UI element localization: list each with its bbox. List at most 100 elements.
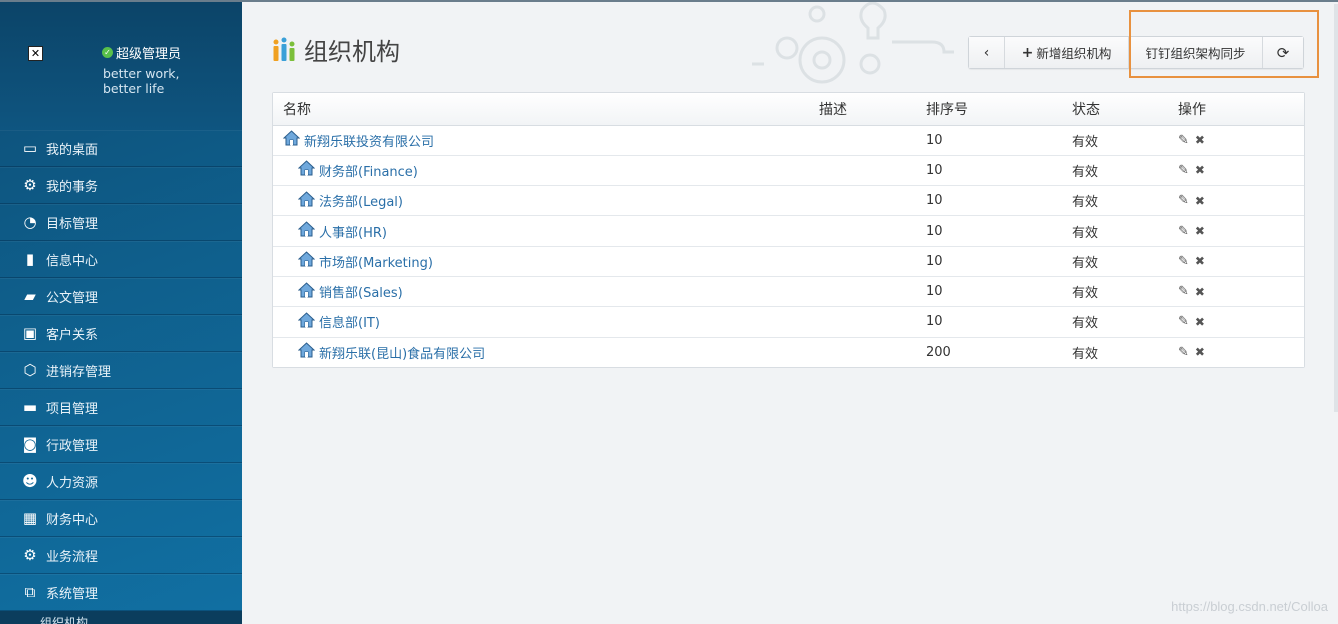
org-name-wrap: 新翔乐联投资有限公司 bbox=[282, 130, 809, 150]
row-actions: ✎ ✖ bbox=[1178, 346, 1304, 359]
sidebar-item-label: 业务流程 bbox=[46, 550, 99, 565]
back-button[interactable]: ‹ bbox=[969, 37, 1005, 68]
sidebar-item-6[interactable]: ⬡ 进销存管理 bbox=[0, 352, 242, 389]
org-name-link[interactable]: 信息部(IT) bbox=[319, 312, 380, 331]
online-check-icon: ✓ bbox=[102, 47, 113, 58]
delete-x-icon[interactable]: ✖ bbox=[1195, 164, 1205, 176]
cell-status: 有效 bbox=[1062, 245, 1168, 277]
sidebar-item-5[interactable]: ▣ 客户关系 bbox=[0, 315, 242, 352]
cell-status: 有效 bbox=[1062, 336, 1168, 368]
delete-x-icon[interactable]: ✖ bbox=[1195, 195, 1205, 207]
col-header-actions: 操作 bbox=[1168, 93, 1304, 126]
org-name-link[interactable]: 人事部(HR) bbox=[319, 222, 387, 241]
sidebar-item-0[interactable]: ▭ 我的桌面 bbox=[0, 130, 242, 167]
delete-x-icon[interactable]: ✖ bbox=[1195, 255, 1205, 267]
cell-status: 有效 bbox=[1062, 215, 1168, 247]
org-name-link[interactable]: 法务部(Legal) bbox=[319, 191, 403, 210]
user-motto: better work, better life bbox=[103, 66, 180, 96]
sidebar-item-8[interactable]: ◙ 行政管理 bbox=[0, 426, 242, 463]
table-row: 新翔乐联投资有限公司 10 有效 ✎ ✖ bbox=[273, 125, 1304, 156]
org-table-container: 名称 描述 排序号 状态 操作 新翔乐联投资有限公司 10 有效 ✎ ✖ 财务部(Fina… bbox=[272, 92, 1305, 369]
sidebar-item-12[interactable]: ⧉ 系统管理 bbox=[0, 574, 242, 611]
row-actions: ✎ ✖ bbox=[1178, 134, 1304, 147]
edit-pencil-icon[interactable]: ✎ bbox=[1178, 285, 1189, 298]
cell-name: 新翔乐联(昆山)食品有限公司 bbox=[273, 336, 809, 368]
sidebar: ✕ ✓ 超级管理员 better work, better life ▭ 我的桌面… bbox=[0, 0, 242, 624]
sitemap-icon: ⧉ bbox=[24, 583, 36, 601]
main-content: 组织机构 ‹ + 新增组织机构 钉钉组织架构同步 ⟳ 名称 描述 排序号 状态 … bbox=[242, 0, 1338, 624]
cell-status: 有效 bbox=[1062, 275, 1168, 307]
org-chart-icon bbox=[273, 37, 295, 61]
delete-x-icon[interactable]: ✖ bbox=[1195, 316, 1205, 328]
dingtalk-sync-label: 钉钉组织架构同步 bbox=[1145, 46, 1246, 61]
avatar[interactable]: ✕ bbox=[28, 46, 43, 61]
delete-x-icon[interactable]: ✖ bbox=[1195, 286, 1205, 298]
chevron-left-icon: ‹ bbox=[983, 44, 990, 61]
edit-pencil-icon[interactable]: ✎ bbox=[1178, 346, 1189, 359]
org-name-link[interactable]: 新翔乐联(昆山)食品有限公司 bbox=[319, 343, 485, 362]
sidebar-item-3[interactable]: ▮ 信息中心 bbox=[0, 241, 242, 278]
watermark: https://blog.csdn.net/Colloa bbox=[1171, 599, 1328, 614]
cell-actions: ✎ ✖ bbox=[1168, 154, 1304, 186]
row-actions: ✎ ✖ bbox=[1178, 285, 1304, 298]
row-actions: ✎ ✖ bbox=[1178, 164, 1304, 177]
sidebar-item-label: 行政管理 bbox=[46, 439, 99, 454]
org-name-link[interactable]: 销售部(Sales) bbox=[319, 282, 403, 301]
house-icon bbox=[297, 312, 316, 332]
table-row: 人事部(HR) 10 有效 ✎ ✖ bbox=[273, 215, 1304, 247]
dashboard-icon: ◔ bbox=[23, 213, 37, 231]
edit-pencil-icon[interactable]: ✎ bbox=[1178, 315, 1189, 328]
user-name-row: ✓ 超级管理员 bbox=[102, 43, 181, 62]
delete-x-icon[interactable]: ✖ bbox=[1195, 346, 1205, 358]
row-actions: ✎ ✖ bbox=[1178, 194, 1304, 207]
sidebar-item-label: 财务中心 bbox=[46, 513, 99, 528]
cell-desc bbox=[809, 336, 916, 368]
edit-pencil-icon[interactable]: ✎ bbox=[1178, 194, 1189, 207]
cell-desc bbox=[809, 245, 916, 277]
row-actions: ✎ ✖ bbox=[1178, 315, 1304, 328]
org-name-link[interactable]: 市场部(Marketing) bbox=[319, 252, 433, 271]
delete-x-icon[interactable]: ✖ bbox=[1195, 225, 1205, 237]
edit-pencil-icon[interactable]: ✎ bbox=[1178, 255, 1189, 268]
cell-status: 有效 bbox=[1062, 125, 1168, 156]
refresh-icon: ⟳ bbox=[1276, 43, 1290, 62]
table-row: 销售部(Sales) 10 有效 ✎ ✖ bbox=[273, 275, 1304, 307]
cell-name: 信息部(IT) bbox=[273, 306, 809, 338]
sidebar-item-4[interactable]: ▰ 公文管理 bbox=[0, 278, 242, 315]
cell-desc bbox=[809, 185, 916, 216]
table-row: 财务部(Finance) 10 有效 ✎ ✖ bbox=[273, 154, 1304, 186]
edit-pencil-icon[interactable]: ✎ bbox=[1178, 134, 1189, 147]
sidebar-item-10[interactable]: ▦ 财务中心 bbox=[0, 500, 242, 537]
table-row: 市场部(Marketing) 10 有效 ✎ ✖ bbox=[273, 245, 1304, 277]
org-name-wrap: 人事部(HR) bbox=[283, 221, 809, 241]
add-org-button[interactable]: + 新增组织机构 bbox=[1005, 37, 1129, 68]
table-row: 法务部(Legal) 10 有效 ✎ ✖ bbox=[273, 185, 1304, 216]
edit-pencil-icon[interactable]: ✎ bbox=[1178, 164, 1189, 177]
org-name-wrap: 市场部(Marketing) bbox=[283, 251, 809, 271]
house-icon bbox=[297, 160, 316, 180]
delete-x-icon[interactable]: ✖ bbox=[1195, 134, 1205, 146]
cell-actions: ✎ ✖ bbox=[1168, 185, 1304, 216]
table-row: 信息部(IT) 10 有效 ✎ ✖ bbox=[273, 306, 1304, 338]
scrollbar[interactable] bbox=[1334, 4, 1338, 412]
dingtalk-sync-button[interactable]: 钉钉组织架构同步 bbox=[1129, 37, 1263, 68]
cell-name: 法务部(Legal) bbox=[273, 185, 809, 216]
edit-pencil-icon[interactable]: ✎ bbox=[1178, 225, 1189, 238]
org-name-link[interactable]: 财务部(Finance) bbox=[319, 161, 418, 180]
col-header-desc: 描述 bbox=[809, 93, 916, 126]
org-name-link[interactable]: 新翔乐联投资有限公司 bbox=[304, 131, 434, 150]
sidebar-subitem-org[interactable]: 组织机构 bbox=[0, 611, 242, 624]
sidebar-item-2[interactable]: ◔ 目标管理 bbox=[0, 204, 242, 241]
user-panel: ✕ ✓ 超级管理员 better work, better life bbox=[0, 2, 242, 130]
sidebar-item-7[interactable]: ▬ 项目管理 bbox=[0, 389, 242, 426]
calculator-icon: ▦ bbox=[22, 509, 38, 527]
sidebar-item-1[interactable]: ⚙ 我的事务 bbox=[0, 167, 242, 204]
sidebar-item-9[interactable]: ☻ 人力资源 bbox=[0, 463, 242, 500]
refresh-button[interactable]: ⟳ bbox=[1263, 37, 1303, 68]
sidebar-item-11[interactable]: ⚙ 业务流程 bbox=[0, 537, 242, 574]
cell-order: 10 bbox=[916, 215, 1062, 247]
cell-name: 人事部(HR) bbox=[273, 215, 809, 247]
house-icon bbox=[297, 251, 316, 271]
row-actions: ✎ ✖ bbox=[1178, 225, 1304, 238]
sidebar-subitem-label: 组织机构 bbox=[40, 616, 89, 624]
